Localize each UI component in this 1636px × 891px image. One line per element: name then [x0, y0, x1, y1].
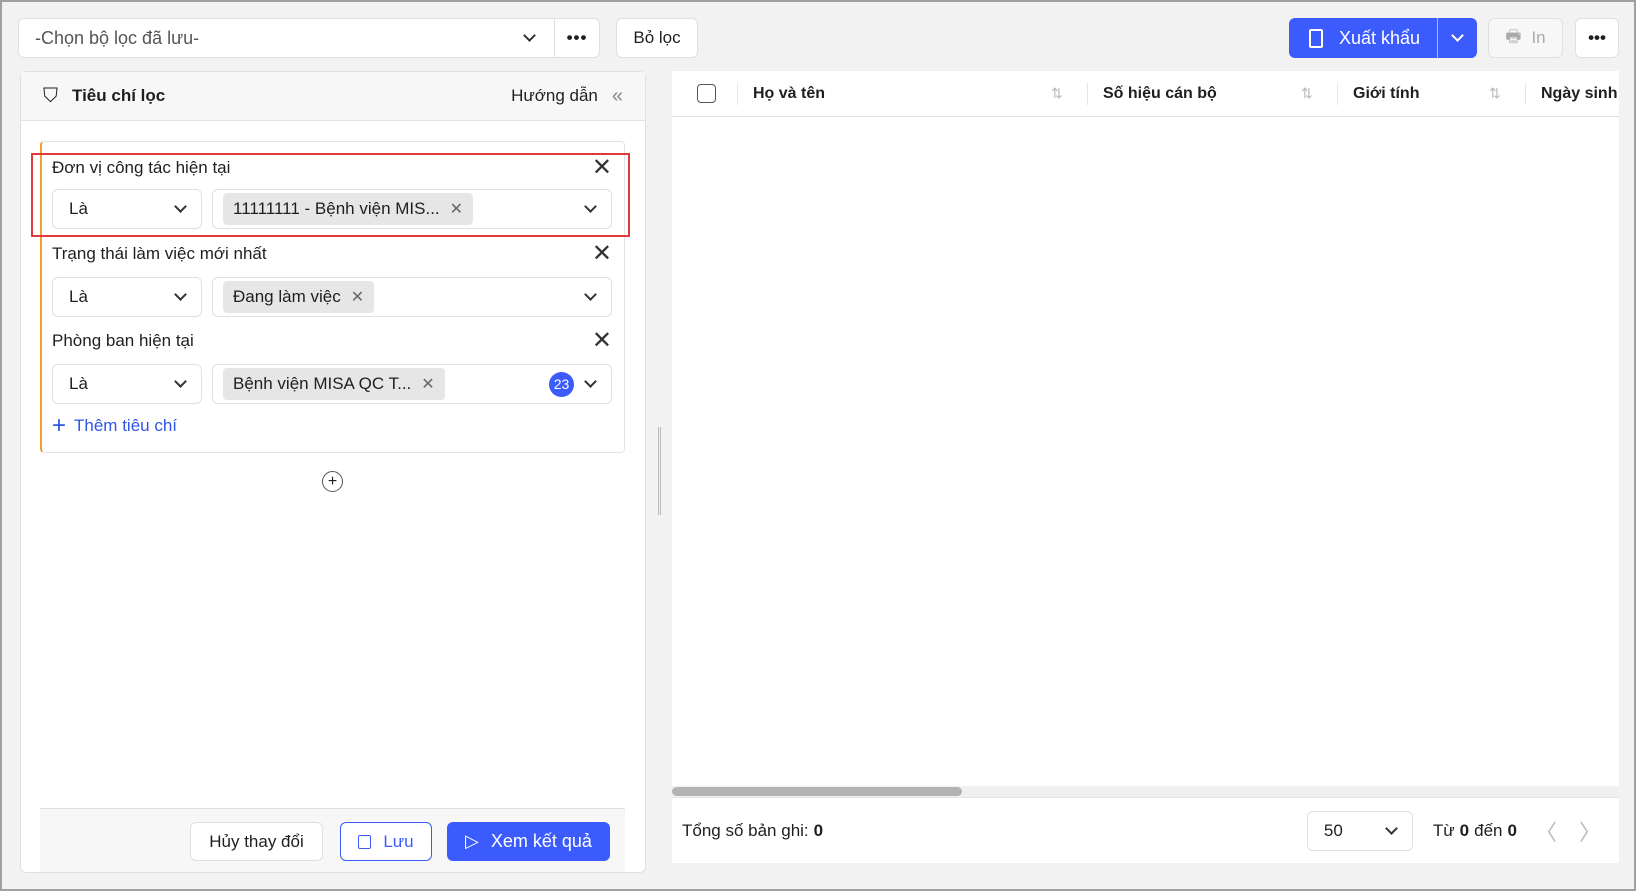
- chevron-down-icon: [523, 29, 536, 42]
- chevron-down-icon: [584, 200, 597, 213]
- cancel-changes-button[interactable]: Hủy thay đổi: [190, 822, 323, 861]
- value-select[interactable]: Đang làm việc ✕: [212, 277, 612, 317]
- filter-icon: ⛉: [43, 84, 58, 107]
- filter-panel-header: ⛉ Tiêu chí lọc Hướng dẫn «: [21, 72, 645, 121]
- clear-filter-label: Bỏ lọc: [633, 28, 681, 47]
- tag-label: 11111111 - Bệnh viện MIS...: [233, 199, 440, 218]
- total-records-label: Tổng số bản ghi:: [682, 820, 809, 840]
- view-results-label: Xem kết quả: [490, 831, 592, 851]
- criterion-row: Đơn vị công tác hiện tại ✕ Là 11111111 - …: [52, 154, 612, 229]
- sort-icon[interactable]: ⇅: [1301, 85, 1313, 102]
- page-size-select[interactable]: 50: [1306, 810, 1413, 851]
- previous-page-icon[interactable]: 〈: [1535, 815, 1557, 847]
- select-all-checkbox[interactable]: [697, 84, 716, 103]
- table-footer: Tổng số bản ghi: 0 50 Từ 0 đến 0 〈 〉: [672, 797, 1619, 863]
- value-tag: 11111111 - Bệnh viện MIS... ✕: [223, 193, 474, 225]
- chevron-down-icon: [174, 375, 187, 388]
- chevron-down-icon: [584, 375, 597, 388]
- sort-icon[interactable]: ⇅: [1051, 85, 1063, 102]
- extra-count-badge: 23: [549, 371, 574, 397]
- page-size-value: 50: [1323, 820, 1343, 840]
- results-table: Họ và tên ⇅ Số hiệu cán bộ ⇅ Giới tính ⇅…: [672, 71, 1619, 863]
- export-dropdown-button[interactable]: [1437, 18, 1477, 58]
- operator-select[interactable]: Là: [52, 277, 202, 317]
- value-tag: Đang làm việc ✕: [223, 281, 375, 313]
- table-header: Họ và tên ⇅ Số hiệu cán bộ ⇅ Giới tính ⇅…: [672, 71, 1619, 117]
- value-select[interactable]: Bệnh viện MISA QC T... ✕ 23: [212, 364, 612, 404]
- view-results-button[interactable]: ▷ Xem kết quả: [447, 822, 610, 861]
- collapse-panel-icon[interactable]: «: [612, 85, 623, 108]
- range-from-label: Từ: [1432, 820, 1455, 840]
- criterion-label: Trạng thái làm việc mới nhất: [52, 244, 267, 263]
- export-label: Xuất khẩu: [1339, 27, 1421, 48]
- plus-icon: +: [52, 412, 67, 439]
- chevron-down-icon: [174, 200, 187, 213]
- chevron-down-icon: [174, 288, 187, 301]
- add-group-icon[interactable]: +: [322, 471, 343, 492]
- range-to-value: 0: [1507, 820, 1517, 840]
- more-actions-button[interactable]: •••: [1575, 18, 1619, 58]
- operator-select[interactable]: Là: [52, 189, 202, 229]
- criterion-label: Phòng ban hiện tại: [52, 331, 194, 350]
- column-header-gender[interactable]: Giới tính: [1353, 71, 1419, 117]
- saved-filter-placeholder: -Chọn bộ lọc đã lưu-: [35, 27, 200, 48]
- print-label: In: [1531, 28, 1546, 47]
- remove-criterion-icon[interactable]: ✕: [592, 329, 612, 353]
- guide-link[interactable]: Hướng dẫn: [511, 86, 598, 106]
- horizontal-scrollbar[interactable]: [672, 786, 1619, 797]
- operator-value: Là: [69, 374, 88, 393]
- tag-label: Bệnh viện MISA QC T...: [233, 374, 412, 393]
- chevron-down-icon: [1451, 29, 1464, 42]
- operator-select[interactable]: Là: [52, 364, 202, 404]
- scrollbar-thumb[interactable]: [672, 787, 962, 796]
- remove-tag-icon[interactable]: ✕: [421, 374, 434, 394]
- save-label: Lưu: [383, 831, 414, 851]
- column-header-staff-id[interactable]: Số hiệu cán bộ: [1103, 71, 1217, 117]
- remove-criterion-icon[interactable]: ✕: [592, 156, 612, 180]
- total-records-value: 0: [813, 820, 824, 840]
- saved-filter-select[interactable]: -Chọn bộ lọc đã lưu- •••: [18, 18, 600, 58]
- range-to-label: đến: [1474, 820, 1503, 840]
- add-criteria-button[interactable]: + Thêm tiêu chí: [52, 414, 177, 438]
- criterion-row: Phòng ban hiện tại ✕ Là Bệnh viện MISA QC…: [52, 327, 612, 404]
- tag-label: Đang làm việc: [233, 287, 341, 306]
- range-from-value: 0: [1459, 820, 1470, 840]
- cancel-label: Hủy thay đổi: [209, 831, 304, 851]
- export-file-icon: [1309, 28, 1323, 48]
- remove-tag-icon[interactable]: ✕: [351, 287, 364, 307]
- value-tag: Bệnh viện MISA QC T... ✕: [223, 368, 445, 400]
- save-button[interactable]: Lưu: [340, 822, 432, 861]
- panel-resize-handle[interactable]: [658, 427, 661, 515]
- next-page-icon[interactable]: 〉: [1579, 815, 1601, 847]
- more-options-button[interactable]: •••: [554, 19, 599, 57]
- print-button[interactable]: 🖶 In: [1488, 18, 1563, 58]
- chevron-down-icon: [1385, 821, 1398, 835]
- value-select[interactable]: 11111111 - Bệnh viện MIS... ✕: [212, 189, 612, 229]
- remove-criterion-icon[interactable]: ✕: [592, 242, 612, 266]
- export-button[interactable]: Xuất khẩu: [1289, 18, 1477, 58]
- chevron-down-icon: [584, 288, 597, 301]
- criterion-row: Trạng thái làm việc mới nhất ✕ Là Đang là…: [52, 240, 612, 317]
- criterion-label: Đơn vị công tác hiện tại: [52, 158, 231, 177]
- operator-value: Là: [69, 287, 88, 306]
- printer-icon: 🖶: [1505, 26, 1522, 46]
- add-criteria-label: Thêm tiêu chí: [74, 416, 178, 435]
- play-icon: ▷: [465, 831, 479, 851]
- sort-icon[interactable]: ⇅: [1489, 85, 1501, 102]
- clear-filter-button[interactable]: Bỏ lọc: [616, 18, 698, 58]
- column-header-name[interactable]: Họ và tên: [753, 71, 825, 117]
- save-icon: [358, 834, 372, 849]
- operator-value: Là: [69, 199, 88, 218]
- column-header-birthdate[interactable]: Ngày sinh: [1541, 71, 1617, 117]
- remove-tag-icon[interactable]: ✕: [450, 199, 463, 219]
- filter-panel-title: Tiêu chí lọc: [72, 86, 166, 105]
